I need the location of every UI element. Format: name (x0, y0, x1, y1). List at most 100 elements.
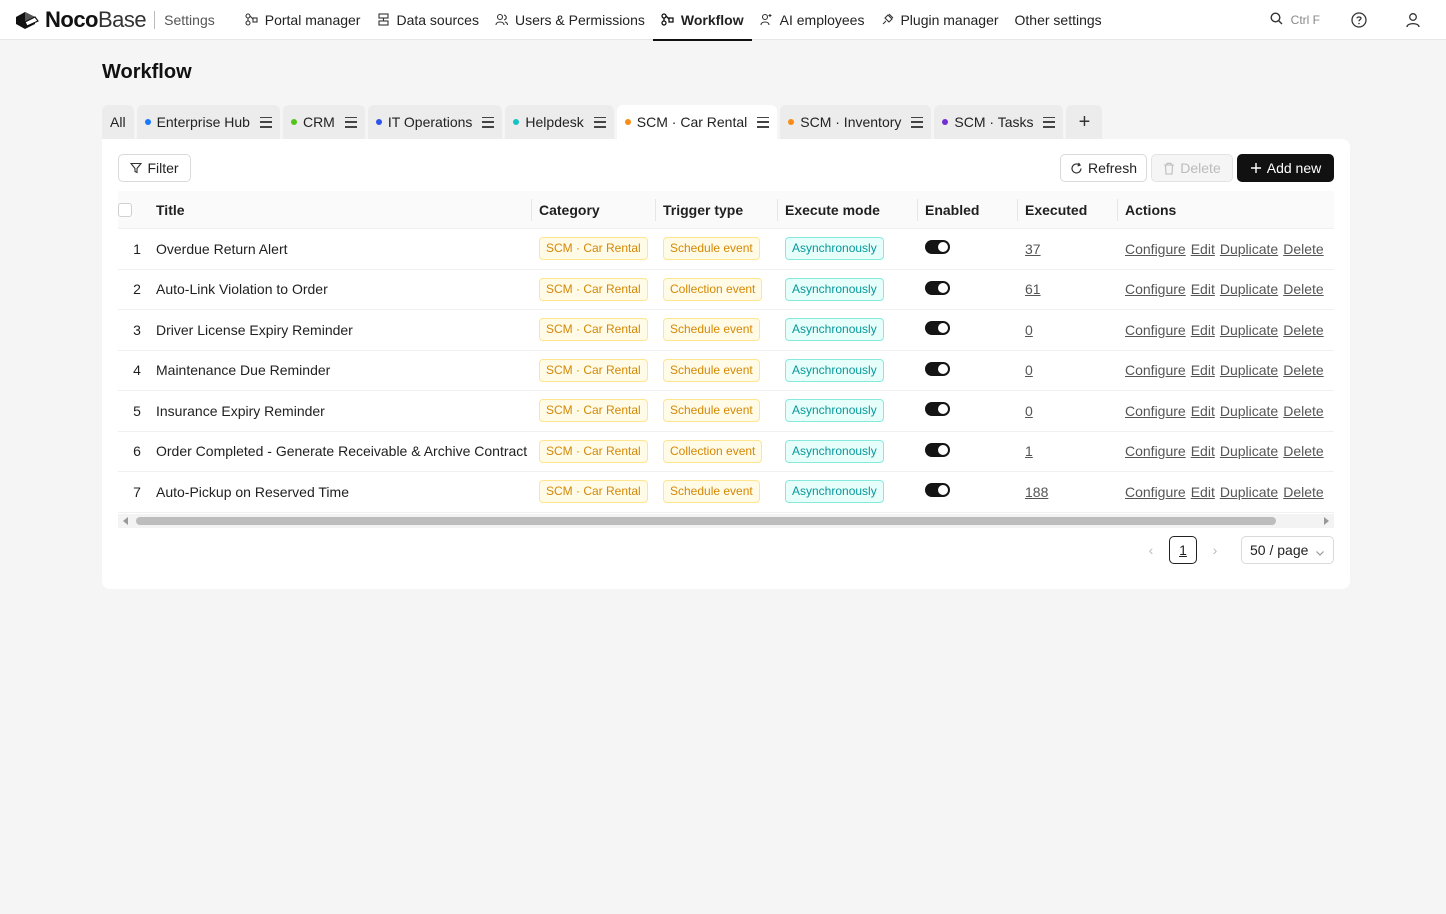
table-row[interactable]: 7 Auto-Pickup on Reserved Time SCM · Car R… (118, 472, 1334, 513)
column-enabled[interactable]: Enabled (917, 191, 1017, 229)
enabled-toggle[interactable] (925, 442, 950, 457)
tab-scm-tasks[interactable]: SCM · Tasks (934, 105, 1064, 139)
action-duplicate-link[interactable]: Duplicate (1220, 281, 1278, 297)
table-row[interactable]: 5 Insurance Expiry Reminder SCM · Car Rent… (118, 391, 1334, 432)
action-duplicate-link[interactable]: Duplicate (1220, 484, 1278, 500)
action-delete-link[interactable]: Delete (1283, 362, 1323, 378)
action-configure-link[interactable]: Configure (1125, 362, 1186, 378)
action-edit-link[interactable]: Edit (1191, 322, 1215, 338)
action-configure-link[interactable]: Configure (1125, 322, 1186, 338)
executed-count-link[interactable]: 0 (1025, 362, 1033, 378)
tab-menu-icon[interactable] (259, 116, 272, 128)
help-icon[interactable] (1350, 11, 1368, 29)
workflow-table: Title Category Trigger type Execute mode… (118, 191, 1334, 513)
nav-item-plugin-manager[interactable]: Plugin manager (872, 0, 1006, 40)
tab-it-operations[interactable]: IT Operations (367, 105, 503, 139)
horizontal-scrollbar[interactable] (118, 514, 1334, 528)
action-delete-link[interactable]: Delete (1283, 484, 1323, 500)
search-button[interactable]: Ctrl F (1270, 12, 1320, 28)
tab-menu-icon[interactable] (344, 116, 357, 128)
nav-item-workflow[interactable]: Workflow (652, 0, 752, 41)
action-edit-link[interactable]: Edit (1191, 484, 1215, 500)
tab-scm-inventory[interactable]: SCM · Inventory (780, 105, 932, 139)
tab-all[interactable]: All (102, 105, 134, 139)
scroll-right-arrow-icon[interactable] (1324, 517, 1329, 525)
action-edit-link[interactable]: Edit (1191, 281, 1215, 297)
table-row[interactable]: 3 Driver License Expiry Reminder SCM · Car… (118, 310, 1334, 351)
action-delete-link[interactable]: Delete (1283, 281, 1323, 297)
executed-count-link[interactable]: 188 (1025, 484, 1048, 500)
action-configure-link[interactable]: Configure (1125, 484, 1186, 500)
action-duplicate-link[interactable]: Duplicate (1220, 362, 1278, 378)
executed-count-link[interactable]: 0 (1025, 322, 1033, 338)
action-configure-link[interactable]: Configure (1125, 281, 1186, 297)
delete-button[interactable]: Delete (1151, 154, 1233, 182)
table-row[interactable]: 1 Overdue Return Alert SCM · Car Rental Sch… (118, 229, 1334, 270)
select-all-checkbox[interactable] (118, 202, 132, 217)
add-tab-icon[interactable]: + (1066, 105, 1103, 139)
tab-menu-icon[interactable] (593, 116, 606, 128)
nav-item-ai-employees[interactable]: AI employees (752, 0, 873, 40)
scrollbar-thumb[interactable] (136, 517, 1276, 525)
scroll-left-arrow-icon[interactable] (123, 517, 128, 525)
nav-item-other-settings[interactable]: Other settings (1007, 0, 1110, 40)
executed-count-link[interactable]: 37 (1025, 241, 1041, 257)
tab-scm-car-rental[interactable]: SCM · Car Rental (616, 105, 778, 139)
nav-item-users-permissions[interactable]: Users & Permissions (487, 0, 653, 40)
action-edit-link[interactable]: Edit (1191, 241, 1215, 257)
action-duplicate-link[interactable]: Duplicate (1220, 241, 1278, 257)
table-row[interactable]: 4 Maintenance Due Reminder SCM · Car Renta… (118, 351, 1334, 391)
trigger-type-tag: Schedule event (663, 358, 760, 382)
action-configure-link[interactable]: Configure (1125, 241, 1186, 257)
workflow-title: Auto-Link Violation to Order (156, 281, 328, 298)
action-configure-link[interactable]: Configure (1125, 403, 1186, 419)
logo[interactable]: NocoBase (14, 0, 147, 40)
column-trigger-type[interactable]: Trigger type (655, 191, 777, 229)
page-number[interactable]: 1 (1169, 536, 1197, 564)
enabled-toggle[interactable] (925, 483, 950, 498)
tab-color-dot (375, 119, 382, 125)
action-delete-link[interactable]: Delete (1283, 241, 1323, 257)
enabled-toggle[interactable] (925, 402, 950, 417)
executed-count-link[interactable]: 0 (1025, 403, 1033, 419)
refresh-icon (1070, 162, 1083, 175)
table-row[interactable]: 6 Order Completed - Generate Receivable &… (118, 432, 1334, 472)
action-edit-link[interactable]: Edit (1191, 443, 1215, 459)
action-edit-link[interactable]: Edit (1191, 362, 1215, 378)
column-execute-mode[interactable]: Execute mode (777, 191, 917, 229)
action-duplicate-link[interactable]: Duplicate (1220, 443, 1278, 459)
action-edit-link[interactable]: Edit (1191, 403, 1215, 419)
tab-menu-icon[interactable] (757, 116, 770, 128)
column-title[interactable]: Title (156, 191, 531, 229)
nav-item-data-sources[interactable]: Data sources (368, 0, 486, 40)
action-delete-link[interactable]: Delete (1283, 443, 1323, 459)
action-duplicate-link[interactable]: Duplicate (1220, 403, 1278, 419)
user-icon[interactable] (1404, 11, 1422, 29)
action-delete-link[interactable]: Delete (1283, 322, 1323, 338)
tab-enterprise-hub[interactable]: Enterprise Hub (136, 105, 280, 139)
tab-helpdesk[interactable]: Helpdesk (505, 105, 614, 139)
executed-count-link[interactable]: 61 (1025, 281, 1041, 297)
executed-count-link[interactable]: 1 (1025, 443, 1033, 459)
action-configure-link[interactable]: Configure (1125, 443, 1186, 459)
action-delete-link[interactable]: Delete (1283, 403, 1323, 419)
filter-button[interactable]: Filter (118, 154, 191, 182)
column-category[interactable]: Category (531, 191, 655, 229)
nav-item-portal-manager[interactable]: Portal manager (237, 0, 369, 40)
action-duplicate-link[interactable]: Duplicate (1220, 322, 1278, 338)
add-new-button[interactable]: Add new (1237, 154, 1334, 182)
refresh-button[interactable]: Refresh (1060, 154, 1147, 182)
tab-menu-icon[interactable] (1043, 116, 1056, 128)
column-executed[interactable]: Executed (1017, 191, 1117, 229)
table-row[interactable]: 2 Auto-Link Violation to Order SCM · Car R… (118, 270, 1334, 310)
enabled-toggle[interactable] (925, 361, 950, 376)
enabled-toggle[interactable] (925, 321, 950, 336)
next-page-icon[interactable]: › (1201, 536, 1229, 564)
enabled-toggle[interactable] (925, 280, 950, 295)
tab-crm[interactable]: CRM (282, 105, 365, 139)
prev-page-icon[interactable]: ‹ (1137, 536, 1165, 564)
tab-menu-icon[interactable] (482, 116, 495, 128)
tab-menu-icon[interactable] (911, 116, 924, 128)
enabled-toggle[interactable] (925, 240, 950, 255)
page-size-select[interactable]: 50 / page (1241, 536, 1334, 564)
